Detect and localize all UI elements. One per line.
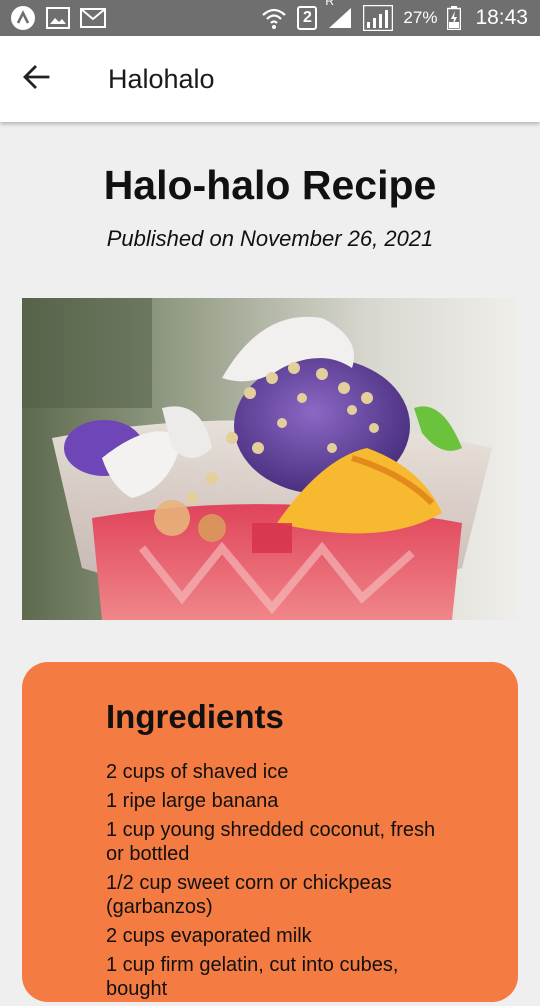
arrow-left-icon <box>22 63 50 96</box>
clock: 18:43 <box>475 6 528 29</box>
ingredients-title: Ingredients <box>106 698 284 735</box>
back-button[interactable] <box>0 36 72 122</box>
image-icon <box>46 7 70 29</box>
list-item: 1/2 cup sweet corn or chickpeas (garbanz… <box>106 872 392 918</box>
status-bar-left <box>10 5 106 31</box>
list-item: 2 cups evaporated milk <box>106 925 312 947</box>
app-bar-title: Halohalo <box>108 63 215 94</box>
app-logo-icon <box>10 5 36 31</box>
app-bar: Halohalo <box>0 36 540 122</box>
battery-charging-icon <box>447 6 462 30</box>
status-bar-right: 2 R 27% 18:43 <box>261 0 528 31</box>
mail-icon <box>80 8 106 28</box>
wifi-icon <box>261 6 287 30</box>
list-item: 2 cups of shaved ice <box>106 761 289 783</box>
ingredients-card: Ingredients 2 cups of shaved ice 1 ripe … <box>22 662 518 1002</box>
status-bar: 2 R 27% 18:43 <box>0 0 540 36</box>
sim-label: 2 <box>302 9 312 26</box>
battery-percent: 27% <box>403 8 438 27</box>
sim-slot-icon: 2 <box>297 6 318 30</box>
recipe-photo <box>22 298 518 620</box>
recipe-title: Halo-halo Recipe <box>103 162 437 208</box>
published-date: Published on November 26, 2021 <box>106 226 434 251</box>
signal-icon <box>363 5 394 31</box>
list-item: 1 cup firm gelatin, cut into cubes, boug… <box>106 954 399 1000</box>
list-item: 1 cup young shredded coconut, fresh or b… <box>106 819 436 865</box>
roaming-label: R <box>325 0 335 8</box>
list-item: 1 ripe large banana <box>106 790 279 812</box>
ingredients-list: 2 cups of shaved ice 1 ripe large banana… <box>106 760 436 1006</box>
signal-roaming-icon: R <box>325 0 353 30</box>
